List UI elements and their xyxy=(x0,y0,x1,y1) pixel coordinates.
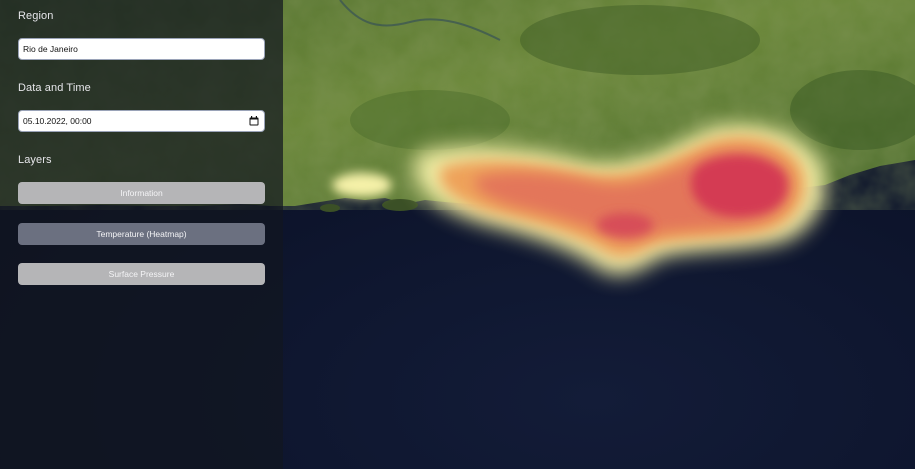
datetime-input[interactable]: 05.10.2022, 00:00 xyxy=(18,110,265,132)
layer-button-surface-pressure[interactable]: Surface Pressure xyxy=(18,263,265,285)
datetime-value: 05.10.2022, 00:00 xyxy=(23,116,92,126)
datetime-label: Data and Time xyxy=(18,82,91,94)
control-panel: Region Rio de Janeiro Data and Time 05.1… xyxy=(0,0,283,469)
layer-button-temperature-heatmap[interactable]: Temperature (Heatmap) xyxy=(18,223,265,245)
forest-patch xyxy=(520,5,760,75)
calendar-icon[interactable] xyxy=(249,116,259,126)
heat-hot-secondary xyxy=(597,213,653,237)
region-label: Region xyxy=(18,10,54,22)
layers-label: Layers xyxy=(18,154,52,166)
heat-spot-small xyxy=(332,173,392,197)
island xyxy=(382,199,418,211)
forest-patch xyxy=(350,90,510,150)
region-input[interactable]: Rio de Janeiro xyxy=(18,38,265,60)
island xyxy=(320,204,340,212)
heat-hot-core xyxy=(690,155,788,217)
region-value: Rio de Janeiro xyxy=(23,44,78,54)
layer-button-information[interactable]: Information xyxy=(18,182,265,204)
